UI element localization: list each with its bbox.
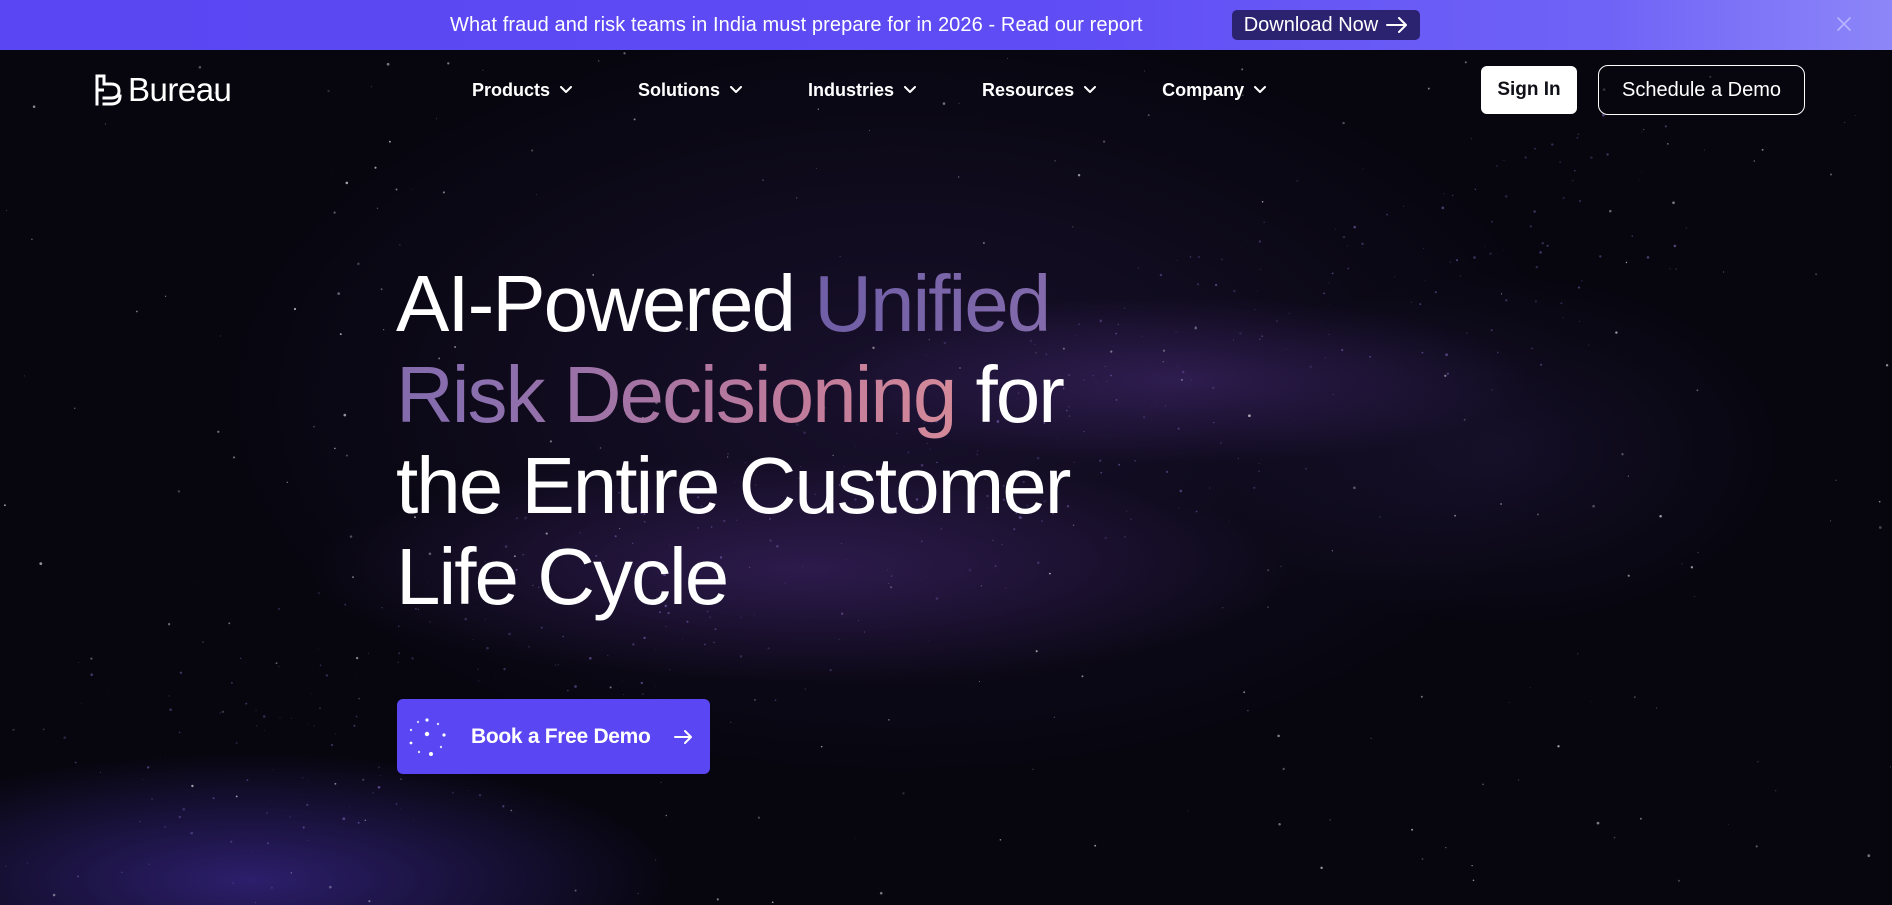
close-icon[interactable]: [1834, 14, 1854, 34]
bureau-logo-icon: [95, 74, 122, 106]
nav-menu: Products Solutions Industries Resources …: [472, 50, 1267, 130]
nav-item-industries[interactable]: Industries: [808, 70, 917, 110]
nav-item-resources[interactable]: Resources: [982, 70, 1097, 110]
chevron-down-icon: [1254, 86, 1267, 93]
chevron-down-icon: [1084, 86, 1097, 93]
nav-item-label: Products: [472, 79, 551, 100]
hero-headline: AI-Powered Unified Risk Decisioning for …: [396, 258, 1156, 622]
download-now-button[interactable]: Download Now: [1232, 10, 1420, 40]
nav-item-company[interactable]: Company: [1162, 70, 1267, 110]
schedule-demo-button[interactable]: Schedule a Demo: [1598, 65, 1805, 115]
chevron-down-icon: [560, 86, 573, 93]
logo[interactable]: Bureau: [94, 70, 232, 110]
arrow-right-icon: [674, 730, 692, 744]
announcement-text: What fraud and risk teams in India must …: [450, 14, 1143, 36]
nav-item-label: Industries: [808, 79, 895, 100]
nav-item-label: Resources: [982, 79, 1075, 100]
chevron-down-icon: [904, 86, 917, 93]
download-now-label: Download Now: [1243, 13, 1379, 36]
sign-in-button[interactable]: Sign In: [1481, 66, 1577, 114]
main-navigation: Bureau Products Solutions Industries Res…: [0, 50, 1892, 130]
announcement-bar: What fraud and risk teams in India must …: [0, 0, 1892, 50]
nav-item-solutions[interactable]: Solutions: [638, 70, 743, 110]
loading-dots-icon: [409, 718, 446, 756]
nav-item-label: Company: [1162, 79, 1245, 100]
nav-item-products[interactable]: Products: [472, 70, 573, 110]
book-demo-label: Book a Free Demo: [471, 725, 651, 748]
book-demo-button[interactable]: Book a Free Demo: [397, 699, 710, 774]
headline-part-1: AI-Powered: [396, 259, 815, 348]
logo-text: Bureau: [128, 71, 232, 108]
nav-item-label: Solutions: [638, 79, 721, 100]
hero-section: AI-Powered Unified Risk Decisioning for …: [396, 258, 1156, 622]
chevron-down-icon: [730, 86, 743, 93]
arrow-right-icon: [1386, 17, 1408, 33]
